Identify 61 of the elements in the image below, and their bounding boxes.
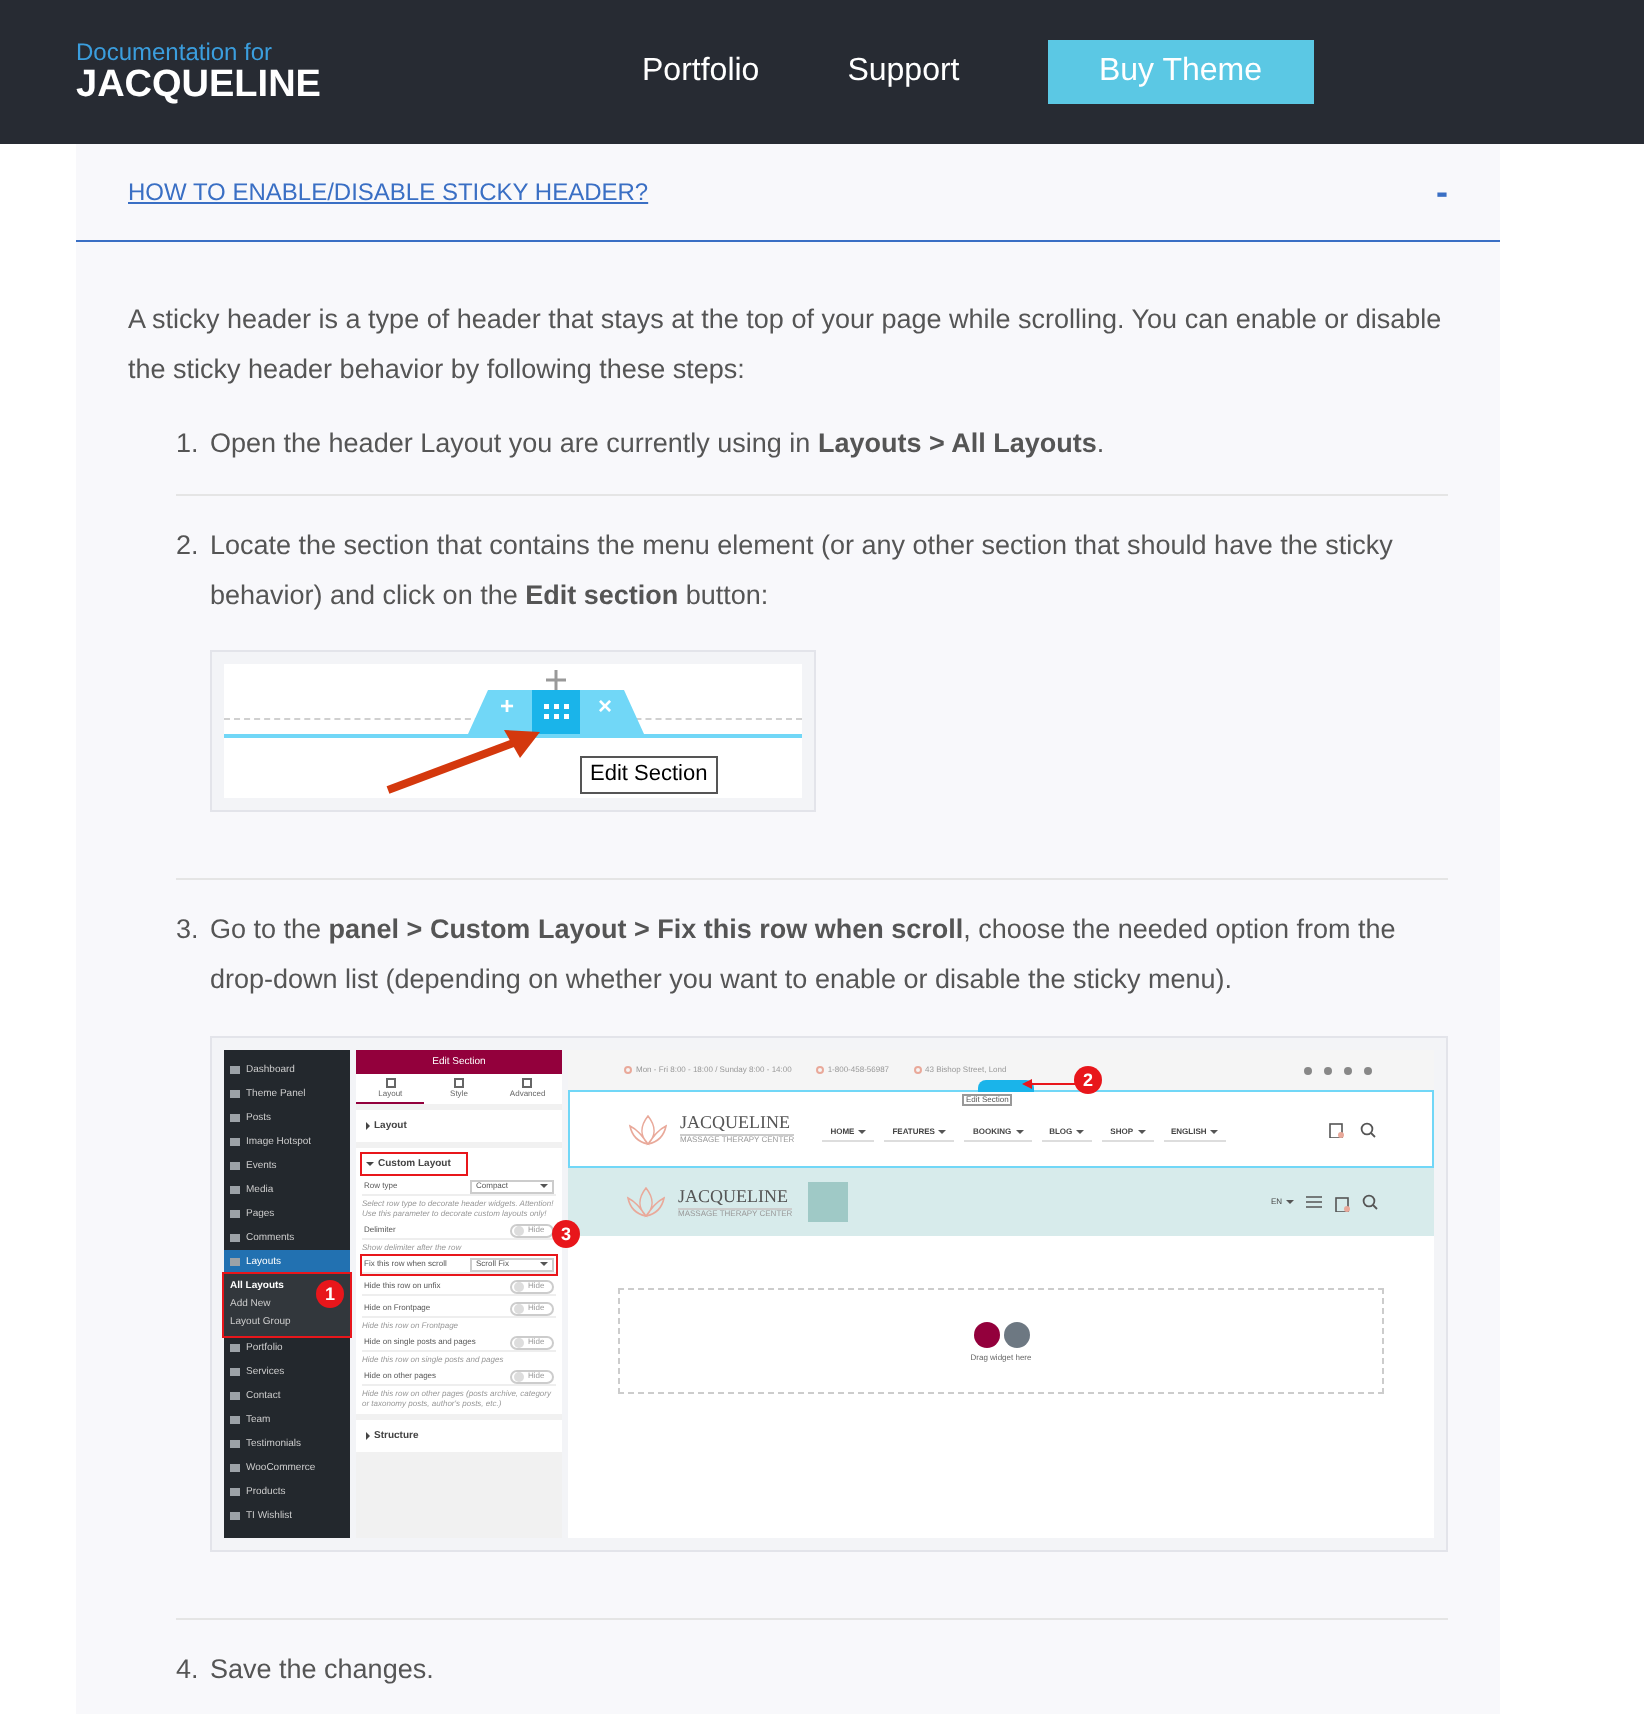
- search-icon[interactable]: [1360, 1121, 1376, 1137]
- menu-icon: [230, 1090, 240, 1098]
- arrow-icon: [384, 726, 544, 798]
- add-widget-button[interactable]: [973, 1321, 999, 1347]
- caret-icon: [938, 1130, 947, 1134]
- search-icon[interactable]: [1362, 1194, 1378, 1210]
- arrow-icon: [1022, 1078, 1078, 1090]
- menu-icon: [230, 1210, 240, 1218]
- caret-icon: [858, 1130, 867, 1134]
- step-number: 3.: [176, 912, 201, 948]
- menu-icon: [230, 1368, 240, 1376]
- caret-icon: [1210, 1130, 1219, 1134]
- bag-icon: [1334, 1193, 1350, 1211]
- step-number: 2.: [176, 528, 201, 564]
- social-icons-drawing: [1302, 1065, 1378, 1075]
- menu-icon: [230, 1258, 240, 1266]
- menu-icon: [230, 1138, 240, 1146]
- lotus-logo-icon: [626, 1113, 670, 1145]
- menu-icon: [230, 1186, 240, 1194]
- step-text: Locate the section that contains the menu element (or any other section that should have the sticky behavior) and click on the Edit section button:: [210, 528, 1395, 614]
- menu-icon: [230, 1344, 240, 1352]
- nav-link[interactable]: Support: [847, 48, 960, 96]
- caret-icon: [1286, 1200, 1294, 1204]
- logo-title: JACQUELINE: [76, 66, 323, 106]
- callout-number: 1: [316, 1280, 344, 1308]
- menu-icon: [230, 1416, 240, 1424]
- collapse-toggle[interactable]: -: [1436, 165, 1448, 219]
- menu-icon[interactable]: [1306, 1196, 1322, 1208]
- nav-link[interactable]: Portfolio: [642, 48, 760, 96]
- caret-icon: [1137, 1130, 1145, 1134]
- edit-handle-icon[interactable]: [978, 1080, 1034, 1092]
- template-folder-button[interactable]: [1003, 1321, 1029, 1347]
- menu-icon: [230, 1162, 240, 1170]
- site-logo-text: JACQUELINE: [680, 1114, 792, 1132]
- menu-icon: [230, 1464, 240, 1472]
- bag-icon: [1328, 1120, 1344, 1138]
- menu-icon: [230, 1234, 240, 1242]
- step-number: 4.: [176, 1652, 201, 1688]
- intro-paragraph: A sticky header is a type of header that stays at the top of your page while scrolling. You can enable or disable the sticky header behavior by following these steps:: [128, 302, 1444, 388]
- step-number: 1.: [176, 426, 201, 462]
- logo-caption: Documentation for: [76, 38, 275, 66]
- accordion-title[interactable]: HOW TO ENABLE/DISABLE STICKY HEADER?: [128, 174, 649, 210]
- logo-thumbnail-icon: [808, 1182, 849, 1222]
- caret-icon: [1076, 1130, 1085, 1134]
- step-text: Save the changes.: [210, 1652, 434, 1688]
- caret-icon: [1015, 1130, 1024, 1134]
- menu-icon: [230, 1066, 240, 1074]
- tooltip: Edit Section: [580, 756, 718, 794]
- step-text: Go to the panel > Custom Layout > Fix this row when scroll, choose the needed option from the drop-down list (depending on whether you want to enable or disable the sticky menu).: [210, 912, 1398, 998]
- step-text: Open the header Layout you are currently using in Layouts > All Layouts.: [210, 426, 1105, 462]
- callout-number: 2: [1074, 1066, 1102, 1094]
- caret-icon: [540, 1184, 548, 1188]
- menu-icon: [230, 1512, 240, 1520]
- caret-icon: [540, 1262, 548, 1266]
- menu-icon: [230, 1440, 240, 1448]
- site-logo-text: JACQUELINE: [678, 1187, 790, 1205]
- menu-icon: [230, 1392, 240, 1400]
- lotus-logo-icon: [624, 1186, 668, 1218]
- menu-icon: [230, 1114, 240, 1122]
- callout-number: 3: [552, 1220, 580, 1248]
- menu-icon: [230, 1488, 240, 1496]
